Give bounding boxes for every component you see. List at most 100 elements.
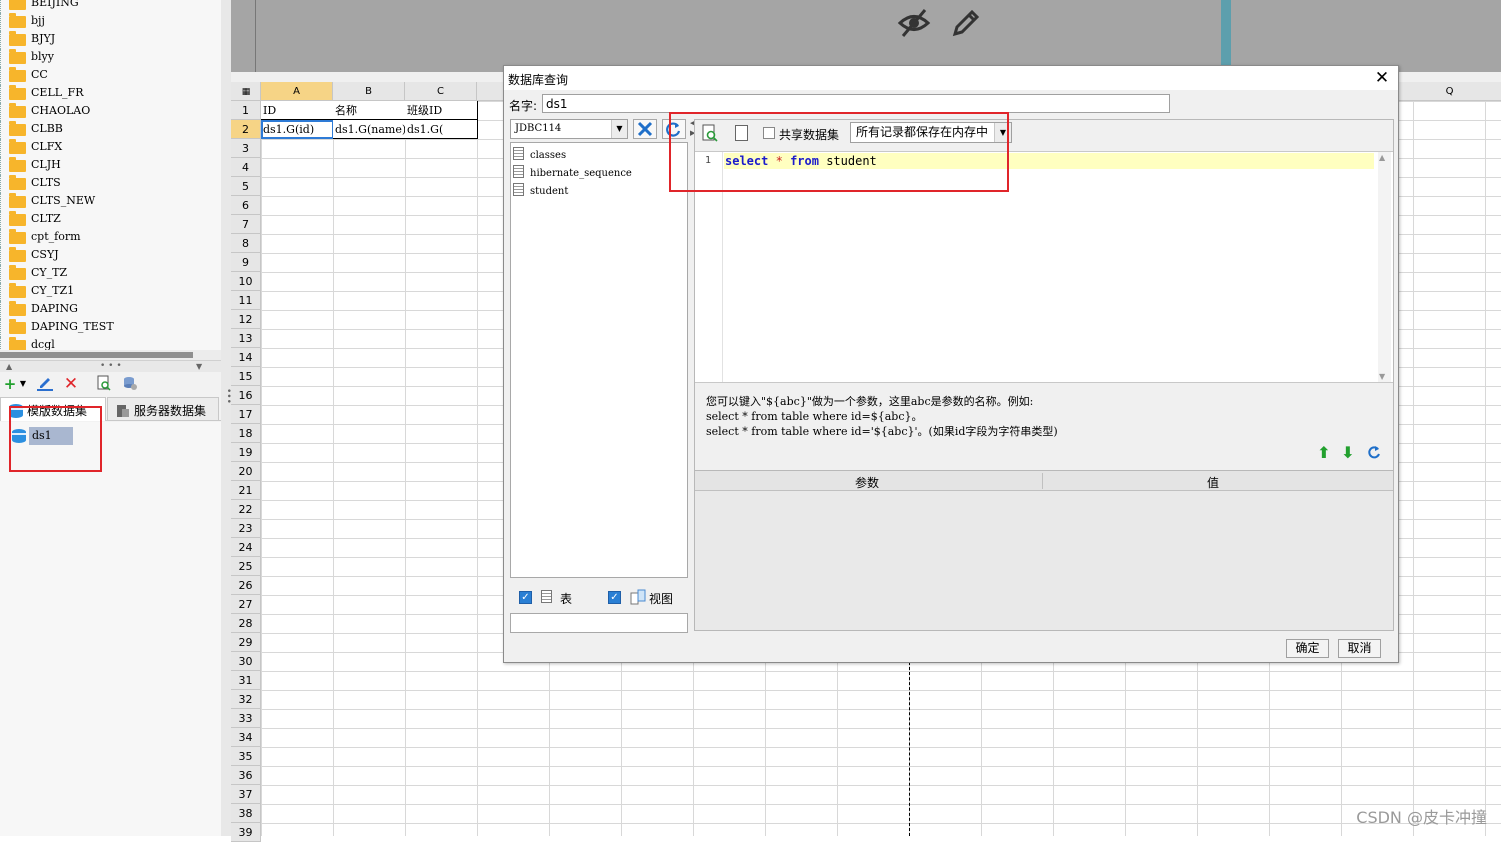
chevron-down-icon[interactable]: ▼: [611, 120, 627, 138]
table-filter-input[interactable]: [510, 613, 688, 633]
tree-item[interactable]: CSYJ: [0, 247, 221, 265]
close-button[interactable]: ✕: [1372, 68, 1392, 88]
row-header[interactable]: 35: [231, 747, 261, 766]
tree-item[interactable]: BEIJING: [0, 0, 221, 13]
table-item[interactable]: classes: [513, 147, 566, 165]
row-header[interactable]: 16: [231, 386, 261, 405]
row-header[interactable]: 20: [231, 462, 261, 481]
hide-eye-icon[interactable]: [897, 6, 931, 40]
tree-item[interactable]: cpt_form: [0, 229, 221, 247]
dataset-name-input[interactable]: [542, 94, 1170, 113]
column-header-b[interactable]: B: [333, 82, 405, 101]
row-header[interactable]: 24: [231, 538, 261, 557]
row-header[interactable]: 7: [231, 215, 261, 234]
connection-select[interactable]: JDBC114 ▼: [510, 119, 628, 139]
tree-item[interactable]: blyy: [0, 49, 221, 67]
row-header[interactable]: 4: [231, 158, 261, 177]
row-header[interactable]: 31: [231, 671, 261, 690]
main-splitter[interactable]: •••: [221, 0, 233, 836]
column-header-q[interactable]: Q: [1398, 82, 1501, 101]
row-header[interactable]: 32: [231, 690, 261, 709]
cancel-button[interactable]: 取消: [1338, 639, 1381, 658]
row-header[interactable]: 26: [231, 576, 261, 595]
tree-item[interactable]: CLFX: [0, 139, 221, 157]
move-down-arrow-icon[interactable]: ⬇: [1339, 444, 1357, 462]
row-header[interactable]: 11: [231, 291, 261, 310]
row-header[interactable]: 6: [231, 196, 261, 215]
tree-item[interactable]: CELL_FR: [0, 85, 221, 103]
row-header[interactable]: 18: [231, 424, 261, 443]
tree-item[interactable]: DAPING_TEST: [0, 319, 221, 337]
delete-dataset-button[interactable]: ✕: [62, 375, 80, 393]
param-column-header[interactable]: 参数: [855, 474, 879, 491]
cell-a2[interactable]: ds1.G(id): [261, 120, 334, 139]
row-header[interactable]: 29: [231, 633, 261, 652]
column-header-c[interactable]: C: [405, 82, 477, 101]
pencil-icon[interactable]: [949, 6, 983, 40]
server-dataset-button[interactable]: [121, 375, 139, 393]
table-item[interactable]: student: [513, 183, 568, 201]
tree-item[interactable]: BJYJ: [0, 31, 221, 49]
column-divider[interactable]: [1042, 473, 1043, 489]
row-header[interactable]: 19: [231, 443, 261, 462]
scrollbar-thumb[interactable]: [0, 352, 193, 358]
cell-b1[interactable]: 名称: [333, 101, 406, 120]
row-header[interactable]: 21: [231, 481, 261, 500]
cell-c2[interactable]: ds1.G(: [405, 120, 478, 139]
row-header[interactable]: 33: [231, 709, 261, 728]
panel-splitter[interactable]: ▲ • • • ▼: [0, 360, 221, 372]
column-header-a[interactable]: A: [261, 82, 333, 101]
row-header[interactable]: 1: [231, 101, 261, 120]
show-tables-checkbox[interactable]: ✓: [519, 591, 532, 604]
tree-item[interactable]: DAPING: [0, 301, 221, 319]
row-header[interactable]: 37: [231, 785, 261, 804]
row-header[interactable]: 27: [231, 595, 261, 614]
preview-dataset-button[interactable]: [95, 375, 113, 393]
tree-item[interactable]: CLBB: [0, 121, 221, 139]
ok-button[interactable]: 确定: [1286, 639, 1329, 658]
row-header[interactable]: 34: [231, 728, 261, 747]
show-views-checkbox[interactable]: ✓: [608, 591, 621, 604]
add-dropdown-chevron-icon[interactable]: ▼: [14, 375, 32, 393]
row-header[interactable]: 10: [231, 272, 261, 291]
tree-item[interactable]: CY_TZ: [0, 265, 221, 283]
refresh-parameters-icon[interactable]: [1365, 444, 1383, 462]
edit-dataset-button[interactable]: [36, 375, 54, 393]
row-header[interactable]: 23: [231, 519, 261, 538]
tree-item[interactable]: CY_TZ1: [0, 283, 221, 301]
scroll-down-icon[interactable]: ▼: [1379, 372, 1385, 381]
connection-settings-button[interactable]: [633, 119, 657, 139]
row-header[interactable]: 5: [231, 177, 261, 196]
sql-vertical-scrollbar[interactable]: ▲ ▼: [1378, 152, 1391, 382]
row-header[interactable]: 8: [231, 234, 261, 253]
tree-item[interactable]: CLTS_NEW: [0, 193, 221, 211]
select-all-corner[interactable]: ▦: [231, 82, 261, 101]
row-header[interactable]: 9: [231, 253, 261, 272]
row-header[interactable]: 36: [231, 766, 261, 785]
tree-item[interactable]: CC: [0, 67, 221, 85]
collapse-up-icon[interactable]: ▲: [6, 362, 12, 371]
row-header[interactable]: 22: [231, 500, 261, 519]
row-header[interactable]: 12: [231, 310, 261, 329]
row-header[interactable]: 17: [231, 405, 261, 424]
table-item[interactable]: hibernate_sequence: [513, 165, 632, 183]
value-column-header[interactable]: 值: [1207, 474, 1219, 491]
tab-server-datasets[interactable]: 服务器数据集: [107, 397, 219, 421]
tree-item[interactable]: CHAOLAO: [0, 103, 221, 121]
scroll-up-icon[interactable]: ▲: [1379, 153, 1385, 162]
row-header[interactable]: 13: [231, 329, 261, 348]
row-header[interactable]: 14: [231, 348, 261, 367]
row-header[interactable]: 39: [231, 823, 261, 842]
cell-b2[interactable]: ds1.G(name): [333, 120, 406, 139]
collapse-down-icon[interactable]: ▼: [196, 362, 202, 371]
row-header[interactable]: 3: [231, 139, 261, 158]
tree-horizontal-scrollbar[interactable]: [0, 350, 221, 360]
cell-a1[interactable]: ID: [261, 101, 334, 120]
row-header[interactable]: 15: [231, 367, 261, 386]
move-up-arrow-icon[interactable]: ⬆: [1315, 444, 1333, 462]
tree-item[interactable]: CLTS: [0, 175, 221, 193]
row-header[interactable]: 30: [231, 652, 261, 671]
dialog-titlebar[interactable]: 数据库查询 ✕: [504, 66, 1398, 90]
row-header[interactable]: 38: [231, 804, 261, 823]
row-header[interactable]: 25: [231, 557, 261, 576]
